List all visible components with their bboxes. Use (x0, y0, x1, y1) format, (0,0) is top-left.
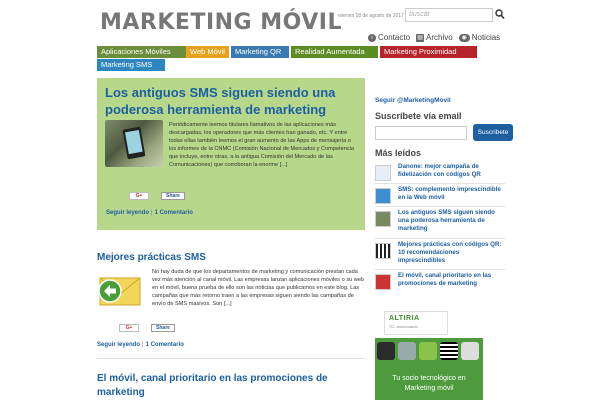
post-title[interactable]: Mejores prácticas SMS (97, 252, 206, 263)
comments-link[interactable]: 1 Comentario (146, 342, 184, 348)
featured-title[interactable]: Los antiguos SMS siguen siendo una poder… (105, 84, 359, 118)
featured-excerpt: Periódicamente leemos titulares llamativ… (169, 122, 354, 168)
apple-icon (398, 342, 416, 360)
twitter-follow-link[interactable]: Seguir @MarketingMovil (375, 97, 451, 104)
nav-marketing-sms[interactable]: Marketing SMS (97, 59, 165, 71)
share-buttons: G+ Share (119, 324, 175, 332)
search-input[interactable]: buscar (405, 8, 493, 22)
android-icon (419, 342, 437, 360)
archive-icon: ▤ (416, 33, 425, 42)
date-label: viernes 18 de agosto de 2017 (338, 13, 404, 19)
thumbnail[interactable] (375, 243, 391, 259)
list-item[interactable]: Danone: mejor campaña de fidelización co… (375, 163, 505, 185)
phone-icon (461, 342, 479, 360)
thumbnail[interactable] (375, 274, 391, 290)
linkedin-share-button[interactable]: Share (161, 192, 185, 200)
search-icon[interactable] (495, 9, 505, 20)
site-title[interactable]: MARKETING MÓVIL (100, 10, 342, 35)
google-plus-button[interactable]: G+ (129, 192, 149, 200)
list-item[interactable]: El móvil, canal prioritario en las promo… (375, 272, 505, 294)
comments-link[interactable]: 1 Comentario (155, 210, 193, 216)
subscribe-button[interactable]: Suscribete (473, 124, 513, 141)
thumbnail[interactable] (375, 165, 391, 181)
nav-marketing-proximidad[interactable]: Marketing Proximidad (380, 46, 477, 58)
post-meta: Seguir leyendo | 1 Comentario (106, 210, 193, 216)
google-plus-button[interactable]: G+ (119, 324, 139, 332)
qr-code-icon (440, 342, 458, 360)
post-title[interactable]: El móvil, canal prioritario en las promo… (97, 372, 365, 400)
nav-realidad-aumentada[interactable]: Realidad Aumentada (291, 46, 378, 58)
list-item[interactable]: Mejores prácticas con códigos QR: 10 rec… (375, 241, 505, 264)
top-links: i Contacto ▤ Archivo ◉ Noticias (368, 33, 500, 42)
subscribe-heading: Suscríbete vía email (375, 111, 462, 121)
thumbnail[interactable] (375, 188, 391, 204)
contact-link[interactable]: i Contacto (368, 33, 410, 42)
post-meta: Seguir leyendo | 1 Comentario (97, 342, 184, 348)
altiria-logo[interactable]: ALTIRIA TIC, comunicación (384, 311, 448, 335)
featured-image[interactable] (105, 120, 163, 167)
nav-marketing-qr[interactable]: Marketing QR (231, 46, 289, 58)
featured-post: Los antiguos SMS siguen siendo una poder… (97, 78, 365, 230)
list-item[interactable]: Los antiguos SMS siguen siendo una poder… (375, 209, 505, 232)
archive-link[interactable]: ▤ Archivo (416, 33, 453, 42)
share-buttons: G+ Share (129, 192, 185, 200)
list-item[interactable]: SMS: complemento imprescindible en la We… (375, 186, 505, 208)
popular-heading: Más leídos (375, 148, 422, 158)
nav-aplicaciones-moviles[interactable]: Aplicaciones Móviles (97, 46, 186, 58)
linkedin-share-button[interactable]: Share (151, 324, 175, 332)
post-excerpt: No hay duda de que los departamentos de … (152, 269, 365, 307)
email-field[interactable] (375, 126, 467, 140)
info-icon: i (368, 33, 376, 42)
read-more-link[interactable]: Seguir leyendo (106, 210, 149, 216)
rss-icon: ◉ (458, 33, 470, 42)
nav-web-movil[interactable]: Web Móvil (186, 46, 229, 58)
envelope-icon[interactable] (97, 268, 142, 308)
divider (97, 358, 365, 359)
news-link[interactable]: ◉ Noticias (458, 33, 500, 42)
banner-icons (377, 342, 479, 360)
thumbnail[interactable] (375, 211, 391, 227)
read-more-link[interactable]: Seguir leyendo (97, 342, 140, 348)
sponsor-banner[interactable]: Tu socio tecnológico en Marketing móvil (375, 338, 483, 400)
sms-icon (377, 342, 395, 360)
